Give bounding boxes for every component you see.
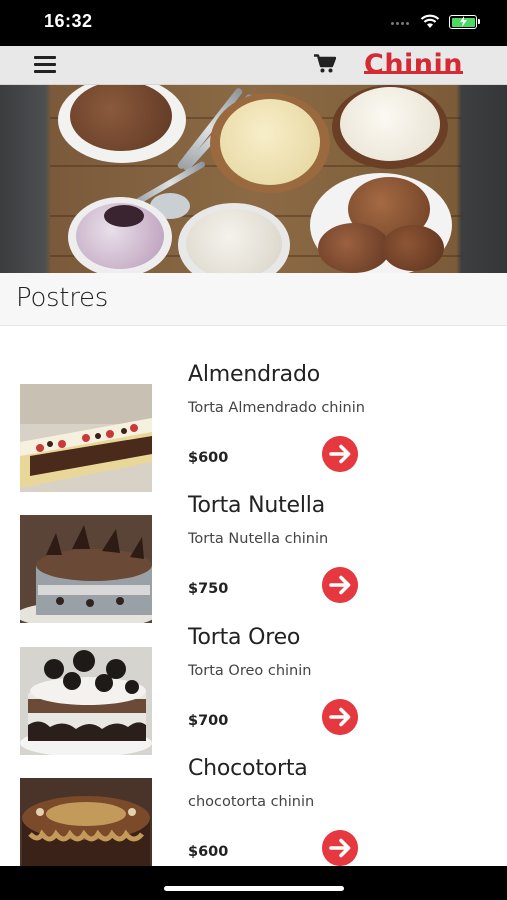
product-price: $600 [188, 450, 229, 466]
product-item[interactable]: Almendrado Torta Almendrado chinin $600 [0, 362, 507, 492]
product-image [20, 515, 152, 623]
signal-icon [391, 22, 409, 25]
arrow-right-icon[interactable] [322, 436, 358, 472]
cart-icon[interactable] [314, 54, 336, 74]
product-description: Torta Nutella chinin [188, 531, 329, 547]
product-name: Almendrado [188, 362, 320, 387]
product-description: Torta Oreo chinin [188, 663, 312, 679]
battery-icon [449, 15, 480, 29]
product-price: $700 [188, 713, 229, 729]
app-header: Chinin [0, 46, 507, 85]
status-time: 16:32 [44, 11, 93, 31]
menu-icon[interactable] [34, 55, 58, 74]
product-price: $600 [188, 844, 229, 860]
section-header: Postres [0, 273, 507, 326]
product-image [20, 647, 152, 755]
product-description: Torta Almendrado chinin [188, 400, 365, 416]
product-price: $750 [188, 581, 229, 597]
brand-logo: Chinin [364, 49, 463, 80]
wifi-icon [420, 14, 440, 28]
product-item[interactable]: Torta Oreo Torta Oreo chinin $700 [0, 625, 507, 755]
product-image [20, 384, 152, 492]
status-bar: 16:32 [0, 0, 507, 46]
product-item[interactable]: Torta Nutella Torta Nutella chinin $750 [0, 493, 507, 623]
product-name: Torta Nutella [188, 493, 325, 518]
product-description: chocotorta chinin [188, 794, 315, 810]
product-name: Torta Oreo [188, 625, 301, 650]
bottom-bar [0, 866, 507, 900]
arrow-right-icon[interactable] [322, 567, 358, 603]
page-title: Postres [16, 283, 108, 313]
hero-banner[interactable] [0, 85, 507, 273]
product-name: Chocotorta [188, 756, 308, 781]
arrow-right-icon[interactable] [322, 699, 358, 735]
home-indicator[interactable] [164, 886, 344, 891]
arrow-right-icon[interactable] [322, 830, 358, 866]
product-item[interactable]: Chocotorta chocotorta chinin $600 [0, 756, 507, 886]
